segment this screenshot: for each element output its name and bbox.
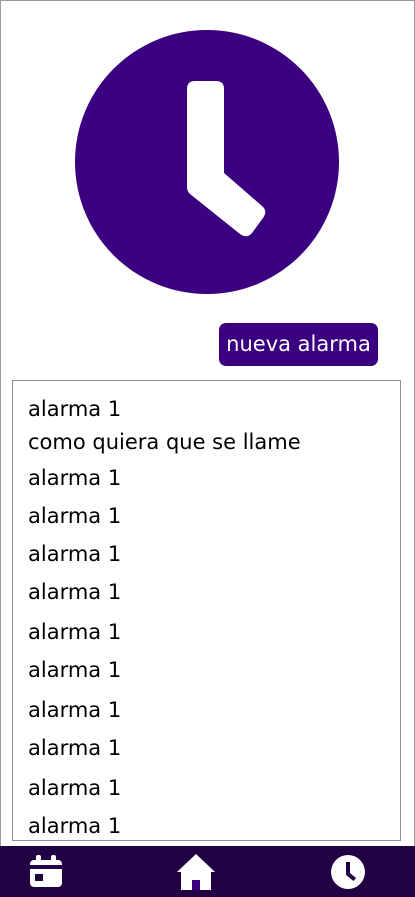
alarm-item[interactable]: alarma 1 xyxy=(28,812,388,840)
alarm-list[interactable]: alarma 1 como quiera que se llame alarma… xyxy=(12,380,401,841)
alarm-item[interactable]: alarma 1 xyxy=(28,774,388,802)
bottom-nav xyxy=(0,846,415,897)
alarm-item[interactable]: alarma 1 xyxy=(28,395,388,423)
new-alarm-button[interactable]: nueva alarma xyxy=(219,323,378,366)
alarm-item[interactable]: alarma 1 xyxy=(28,696,388,724)
calendar-icon xyxy=(30,854,62,887)
nav-clock[interactable] xyxy=(313,846,383,897)
alarm-item[interactable]: alarma 1 xyxy=(28,578,388,606)
nav-home[interactable] xyxy=(161,846,231,897)
home-icon xyxy=(177,853,215,890)
alarm-item[interactable]: alarma 1 xyxy=(28,618,388,646)
alarm-item[interactable]: alarma 1 xyxy=(28,464,388,492)
alarm-item[interactable]: alarma 1 xyxy=(28,656,388,684)
nav-calendar[interactable] xyxy=(11,846,81,897)
alarm-item[interactable]: alarma 1 xyxy=(28,734,388,762)
alarm-item[interactable]: alarma 1 xyxy=(28,502,388,530)
clock-icon xyxy=(331,854,365,889)
clock-icon xyxy=(75,30,339,294)
alarm-item[interactable]: como quiera que se llame xyxy=(28,428,388,456)
alarm-item[interactable]: alarma 1 xyxy=(28,540,388,568)
